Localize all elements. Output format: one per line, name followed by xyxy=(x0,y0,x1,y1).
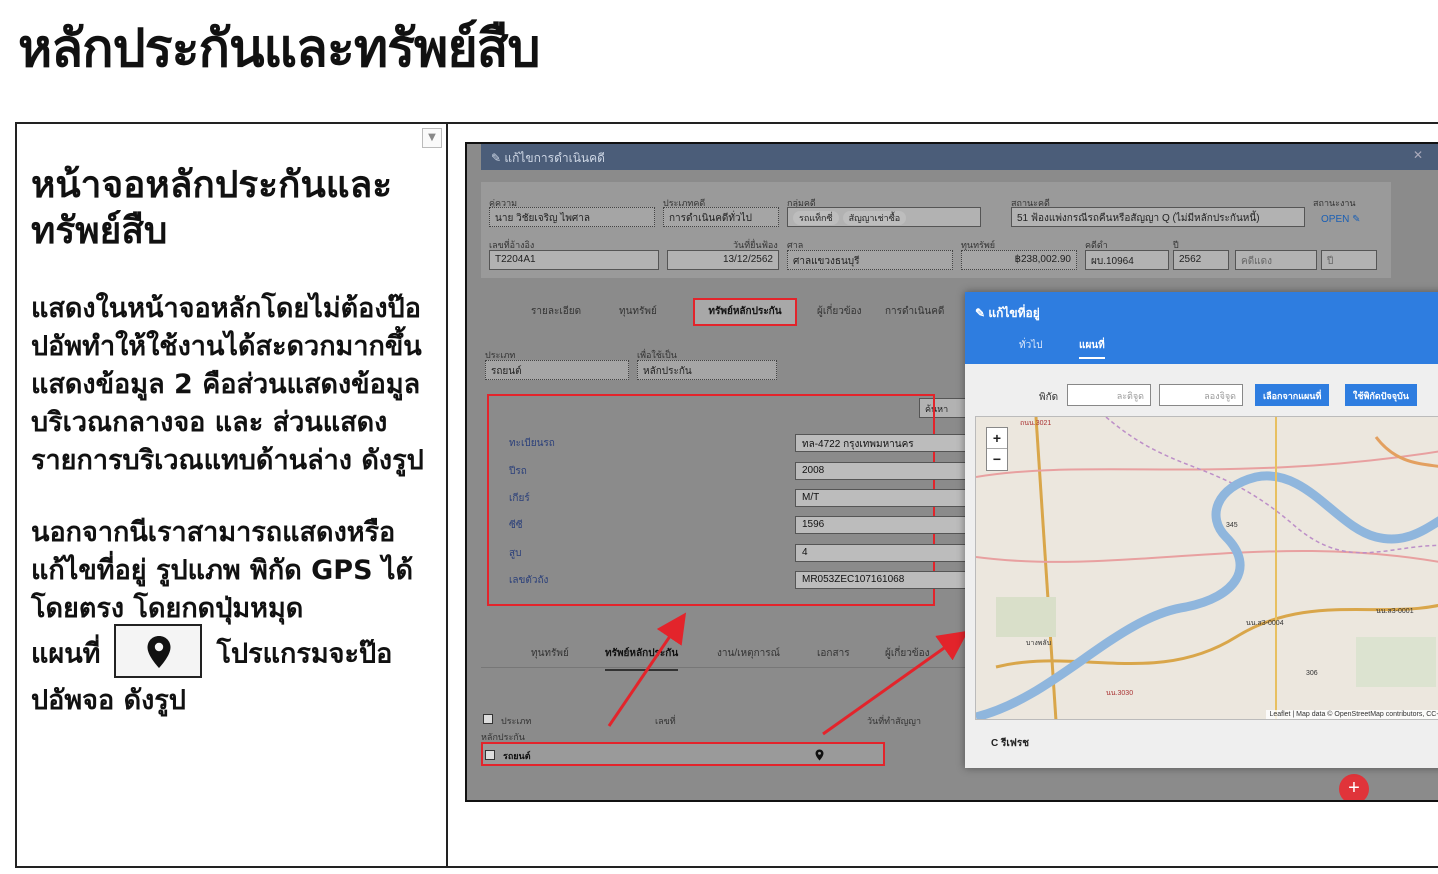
refresh-button[interactable]: C รีเฟรช xyxy=(991,736,1029,751)
road-label: นน.3030 xyxy=(1106,690,1133,697)
road-label: ถนน.3021 xyxy=(1020,420,1051,427)
road-label: 306 xyxy=(1306,670,1318,677)
zoom-out-button[interactable]: − xyxy=(987,449,1007,470)
zoom-in-button[interactable]: + xyxy=(987,428,1007,449)
description-line-3: นอกจากนีเราสามารถแสดงหรือแก้ไขที่อยู่ รู… xyxy=(31,517,414,624)
coordinate-label: พิกัด xyxy=(1039,392,1059,403)
description-column: หน้าจอหลักประกันและทรัพย์สืบ แสดงในหน้าจ… xyxy=(17,124,446,866)
arrow-to-detail xyxy=(607,612,687,727)
app-screenshot: ✎ แก้ไขการดำเนินคดี ✕ คู่ความ นาย วิชัยเ… xyxy=(465,142,1438,802)
place-label: บางพลับ xyxy=(1026,639,1051,647)
pick-from-map-button[interactable]: เลือกจากแผนที่ xyxy=(1255,384,1330,406)
dialog-header: ✎ แก้ไขที่อยู่ ทั่วไป แผนที่ xyxy=(965,292,1438,364)
longitude-input[interactable]: ลองจิจูด xyxy=(1159,384,1243,406)
description-line-2: แสดงข้อมูล 2 คือส่วนแสดงข้อมูลบริเวณกลาง… xyxy=(31,369,424,476)
column-divider xyxy=(446,124,448,866)
map-attribution: Leaflet | Map data © OpenStreetMap contr… xyxy=(1266,710,1438,719)
slide-table: ▼ หน้าจอหลักประกันและทรัพย์สืบ แสดงในหน้… xyxy=(15,122,1438,868)
road-label: นน.ส3-0001 xyxy=(1376,608,1414,615)
description-line-1: แสดงในหน้าจอหลักโดยไม่ต้องป๊อปอัพทำให้ใช… xyxy=(31,293,422,362)
tab-map[interactable]: แผนที่ xyxy=(1079,338,1105,359)
latitude-input[interactable]: ละติจูด xyxy=(1067,384,1151,406)
road-label: 345 xyxy=(1226,522,1238,529)
map-view[interactable]: ถนน.3021 345 นน.ส3-0001 นน.ส3-0004 306 บ… xyxy=(975,416,1438,720)
dialog-title: ✎ แก้ไขที่อยู่ xyxy=(975,306,1040,320)
use-current-location-button[interactable]: ใช้พิกัดปัจจุบัน xyxy=(1345,384,1417,406)
map-pin-button[interactable] xyxy=(114,624,203,678)
description-line-4a: แผนที่ xyxy=(31,638,101,670)
section-heading: หน้าจอหลักประกันและทรัพย์สืบ xyxy=(31,163,393,252)
map-tiles: ถนน.3021 345 นน.ส3-0001 นน.ส3-0004 306 บ… xyxy=(976,417,1438,719)
description-text-1: แสดงในหน้าจอหลักโดยไม่ต้องป๊อปอัพทำให้ใช… xyxy=(31,290,443,480)
zoom-control: + − xyxy=(986,427,1008,471)
arrow-to-map xyxy=(822,630,969,736)
add-button[interactable]: + xyxy=(1339,774,1369,800)
map-pin-icon xyxy=(147,636,171,668)
tab-general[interactable]: ทั่วไป xyxy=(1019,338,1043,353)
description-text-2: นอกจากนีเราสามารถแสดงหรือแก้ไขที่อยู่ รู… xyxy=(31,514,443,720)
page-title: หลักประกันและทรัพย์สืบ xyxy=(18,19,541,79)
edit-address-dialog: ✎ แก้ไขที่อยู่ ทั่วไป แผนที่ พิกัด ละติจ… xyxy=(965,292,1438,768)
road-label: นน.ส3-0004 xyxy=(1246,620,1284,627)
